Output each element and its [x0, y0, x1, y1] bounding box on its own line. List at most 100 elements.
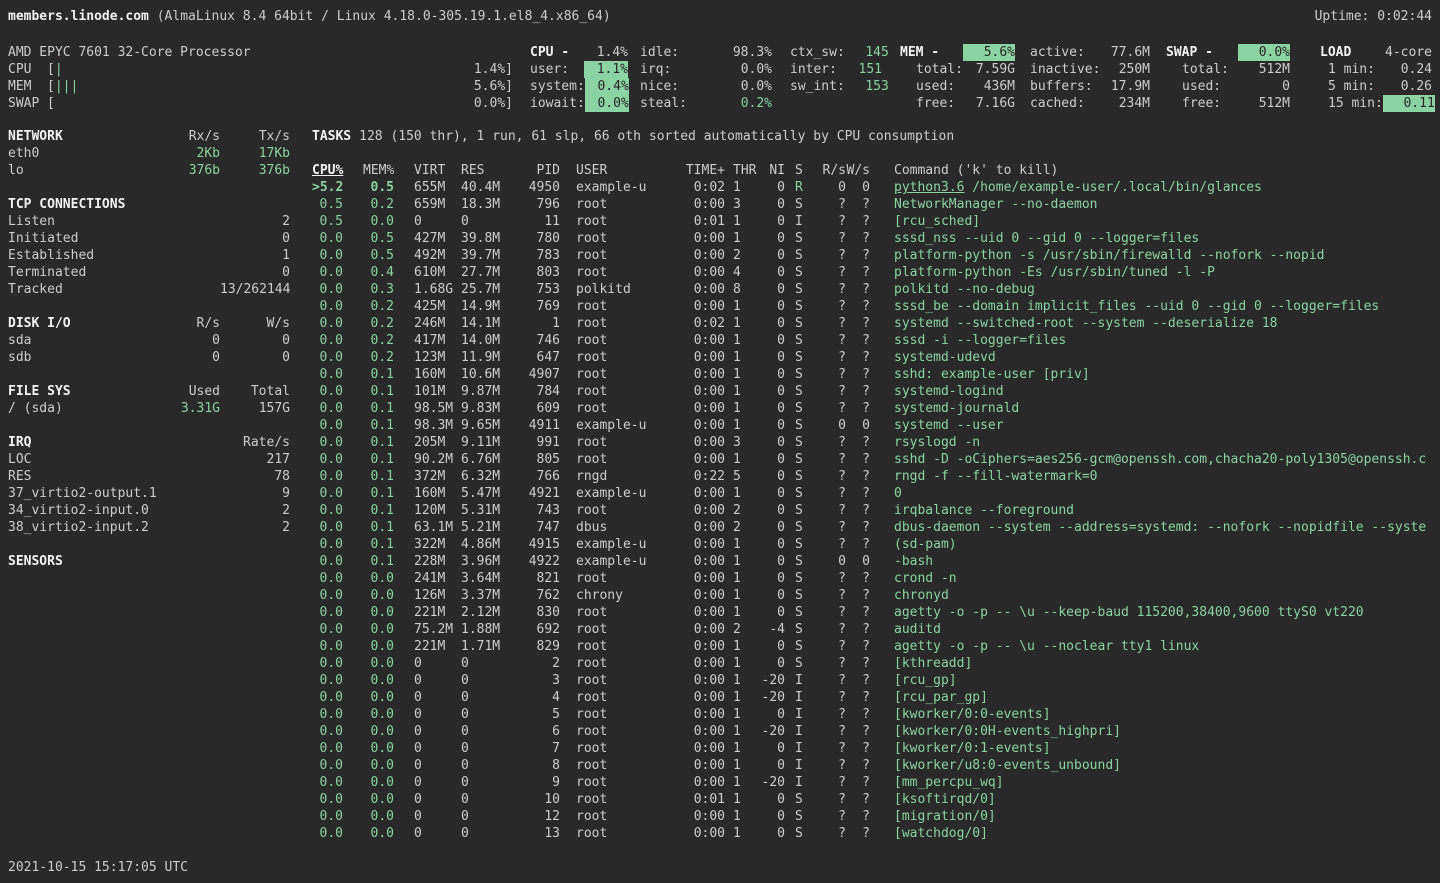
stat-label: free: [916, 95, 955, 112]
pid-cell: 783 [508, 247, 560, 264]
pid-cell: 991 [508, 434, 560, 451]
tcp-stat-value: 13/262144 [220, 281, 290, 298]
meter-bar: ||| [55, 78, 78, 95]
fs-col1-header: Used [160, 383, 220, 400]
meter-open-bracket: [ [47, 61, 55, 78]
user-cell: root [576, 349, 670, 366]
usage-meter: CPU[|1.4%] [8, 61, 513, 78]
sensors-title: SENSORS [8, 553, 290, 570]
sensors-panel: SENSORS [8, 553, 290, 570]
command-cell: [migration/0] [894, 808, 1440, 825]
state-cell: S [795, 264, 809, 281]
user-cell: root [576, 213, 670, 230]
state-cell: S [795, 808, 809, 825]
stat-value: 7.16G [963, 95, 1015, 112]
meter-value: 0.0% [474, 95, 505, 112]
stat-value: 0.24 [1380, 61, 1432, 78]
col-cpu: CPU% [312, 162, 343, 179]
stat-label: 15 min: [1328, 95, 1383, 112]
time-cell: 0:00 [670, 774, 725, 791]
cpu-percent-cell: 0.0 [312, 655, 343, 672]
irq-rate: 9 [220, 485, 290, 502]
res-cell: 3.96M [461, 553, 508, 570]
rx-value: 376b [160, 162, 220, 179]
stat-label: 1 min: [1328, 61, 1375, 78]
time-cell: 0:00 [670, 706, 725, 723]
pid-cell: 746 [508, 332, 560, 349]
cpu-percent-cell: 0.0 [312, 723, 343, 740]
res-cell: 1.88M [461, 621, 508, 638]
stat-value: 4-core [1380, 44, 1432, 61]
stat-label: iowait: [530, 95, 585, 112]
user-cell: root [576, 808, 670, 825]
cpu-percent-cell: 0.0 [312, 315, 343, 332]
process-row: 0.0 0.5 427M 39.8M 780 root 0:00 1 0 S ?… [312, 230, 1440, 247]
meter-open-bracket: [ [47, 95, 55, 112]
state-cell: S [795, 638, 809, 655]
virt-cell: 98.3M [414, 417, 461, 434]
write-rate-cell: ? [846, 774, 870, 791]
read-rate-cell: ? [809, 621, 846, 638]
command-cell: [kworker/0:0-events] [894, 706, 1440, 723]
irq-row: LOC 217 [8, 451, 290, 468]
command-args: sshd -D -oCiphers=aes256-gcm@openssh.com… [894, 452, 1426, 467]
threads-cell: 1 [733, 723, 757, 740]
user-cell: root [576, 366, 670, 383]
virt-cell: 0 [414, 706, 461, 723]
res-cell: 5.31M [461, 502, 508, 519]
cpu-percent-cell: 0.0 [312, 451, 343, 468]
command-args: sssd_nss --uid 0 --gid 0 --logger=files [894, 231, 1199, 246]
stat-value: 151 [838, 61, 882, 78]
user-cell: example-u [576, 536, 670, 553]
stat-value: 512M [1238, 95, 1290, 112]
threads-cell: 1 [733, 655, 757, 672]
meter-value: 1.4% [474, 61, 505, 78]
stat-value: 0.0% [728, 78, 772, 95]
disk-row: sda 0 0 [8, 332, 290, 349]
read-rate-cell: ? [809, 349, 846, 366]
stat-row: sw_int: 153 [790, 78, 882, 95]
read-rate-cell: ? [809, 315, 846, 332]
nice-cell: 0 [757, 808, 785, 825]
cpu-percent-cell: 0.0 [312, 332, 343, 349]
command-args: NetworkManager --no-daemon [894, 197, 1098, 212]
stat-value: 145 [845, 44, 889, 61]
mem-percent-cell: 0.2 [363, 332, 394, 349]
write-rate-cell: ? [846, 757, 870, 774]
disk-col2-header: W/s [220, 315, 290, 332]
pid-cell: 821 [508, 570, 560, 587]
command-cell: [rcu_par_gp] [894, 689, 1440, 706]
pid-cell: 4921 [508, 485, 560, 502]
stat-row: free: 512M [1166, 95, 1290, 112]
cpu-percent-cell: 0.0 [312, 740, 343, 757]
stat-row: steal: 0.2% [640, 95, 772, 112]
state-cell: I [795, 723, 809, 740]
glances-terminal[interactable]: members.linode.com (AlmaLinux 8.4 64bit … [0, 0, 1440, 883]
meter-label: SWAP [8, 95, 47, 112]
user-cell: example-u [576, 179, 670, 196]
write-rate-cell: ? [846, 740, 870, 757]
nice-cell: 0 [757, 366, 785, 383]
virt-cell: 98.5M [414, 400, 461, 417]
command-cell: agetty -o -p -- \u --noclear tty1 linux [894, 638, 1440, 655]
res-cell: 39.8M [461, 230, 508, 247]
col-mem: MEM% [363, 162, 394, 179]
virt-cell: 120M [414, 502, 461, 519]
mem-percent-cell: 0.5 [363, 247, 394, 264]
res-cell: 2.12M [461, 604, 508, 621]
threads-cell: 1 [733, 536, 757, 553]
sidebar: NETWORK Rx/s Tx/s eth0 2Kb 17Kb lo 376b … [8, 128, 290, 587]
stat-label: used: [1182, 78, 1221, 95]
time-cell: 0:00 [670, 366, 725, 383]
nice-cell: 0 [757, 536, 785, 553]
mem-percent-cell: 0.0 [363, 213, 394, 230]
time-cell: 0:00 [670, 604, 725, 621]
stat-value: 0.11 [1383, 95, 1435, 112]
write-rate-cell: ? [846, 451, 870, 468]
stat-row: active: 77.6M [1030, 44, 1150, 61]
irq-rate: 2 [220, 519, 290, 536]
time-cell: 0:01 [670, 213, 725, 230]
process-row: 0.0 0.0 0 0 9 root 0:00 1 -20 I ? ? [mm_… [312, 774, 1440, 791]
mem-percent-cell: 0.0 [363, 672, 394, 689]
state-cell: S [795, 587, 809, 604]
